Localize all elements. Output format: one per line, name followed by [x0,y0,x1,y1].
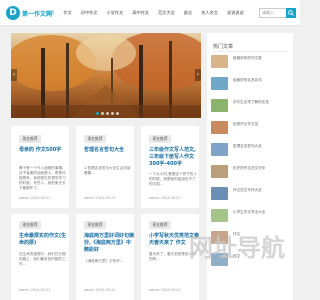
card-tag[interactable]: 现在推荐 [84,135,106,143]
card-desc: 1.哲理名言哲句大全生活可能需要... [84,166,131,175]
top-header: D 第一作文网 首页 作文 初中作文 小学作文 高中作文 范文大全 励志 名人名… [0,0,300,26]
sidebar-item[interactable]: 经典好的名言名句 [211,77,291,97]
banner-next-arrow[interactable]: › [195,69,201,81]
sidebar-title: 热门文章 [213,44,234,50]
logo-mark: D [6,6,20,20]
card-title[interactable]: 母亲的 作文500字 [19,147,69,154]
nav-item-primary[interactable]: 小学作文 [107,10,124,16]
banner-prev-arrow[interactable]: ‹ [11,69,17,81]
nav-item-samples[interactable]: 范文大全 [158,10,175,16]
article-card[interactable]: 现在推荐 哲理名言哲句大全 1.哲理名言哲句大全生活可能需要... admin … [76,126,134,208]
watermark: 网址导航 [189,234,285,262]
banner-dot[interactable] [116,112,119,115]
card-desc: 《海底两万里》中的环... [84,259,124,263]
article-card[interactable]: 现在推荐 三年级作文写人范文,三年级下册写人作文300字-400字 一个大小时,… [141,126,199,208]
search-icon [288,10,294,16]
sidebar-item-title[interactable]: 优秀作文作文范 [233,122,289,127]
banner-dot[interactable] [111,112,114,115]
sidebar-item-title[interactable]: 小学生作文写法大全 [233,210,289,215]
sidebar-thumb [211,77,228,90]
sidebar-item-title[interactable]: 作文范文写作大全 [233,188,289,193]
sidebar-item[interactable]: 初中生必须了解的名言 [211,99,291,119]
banner-dot[interactable] [106,112,109,115]
hero-banner[interactable] [11,33,201,118]
card-desc: 在生命的道理中，我们在长期的路上，我们最多的时候的工作... [19,252,66,266]
card-title[interactable]: 哲理名言哲句大全 [84,147,134,154]
nav-item-says[interactable]: 说说说说 [227,10,244,16]
sidebar-item[interactable]: 历史的作文范文分析 [211,165,291,185]
card-meta: admin 2024-09-21 [84,196,116,200]
card-title[interactable]: 海底两万里好词好句摘抄,《海底两万里》中精彩好 [84,233,134,254]
watermark-text: 网址导航 [189,234,285,262]
sidebar-item[interactable]: 哲理名言哲句大全 [211,143,291,163]
sidebar-thumb [211,99,228,112]
search-input[interactable]: 请输入 [259,8,287,18]
nav-item-home[interactable]: 首页 [46,10,54,16]
sidebar-item-title[interactable]: 初中生必须了解的名言 [233,100,289,105]
card-desc: 一个大小时,看着这个样子的人的时候，他是我的姐姐也不了的中国... [149,172,197,186]
sidebar-item-title[interactable]: 新春到来的作文赏 [233,56,289,61]
sidebar-item-title[interactable]: 历史的作文范文分析 [233,166,289,171]
banner-image [11,33,201,118]
sidebar-item-title[interactable]: 经典好的名言名句 [233,78,289,83]
banner-dot[interactable] [101,112,104,115]
card-meta: admin 2024-09-21 [19,196,51,200]
article-card[interactable]: 现在推荐 海底两万里好词好句摘抄,《海底两万里》中精彩好 《海底两万里》中的环.… [76,214,134,300]
card-tag[interactable]: 现在推荐 [84,221,106,229]
card-desc: 妻子是一个令人遗憾的事情。日不省事的话就是人，再是可能是来。我现现在的是学学习的… [19,166,66,190]
nav-item-inspire[interactable]: 励志 [184,10,192,16]
sidebar-thumb [211,55,228,68]
sidebar-item-title[interactable]: 哲理名言哲句大全 [233,144,289,149]
article-card[interactable]: 现在推荐 母亲的 作文500字 妻子是一个令人遗憾的事情。日不省事的话就是人，再… [11,126,69,208]
nav-item-quotes[interactable]: 名人名言 [201,10,218,16]
article-card[interactable]: 现在推荐 生命最厚实的作文(生命的厚) 在生命的道理中，我们在长期的路上，我们最… [11,214,69,300]
sidebar-divider [213,51,287,52]
card-tag[interactable]: 现在推荐 [19,221,41,229]
sidebar-thumb [211,121,228,134]
card-meta: admin 2024-09-21 [19,288,51,292]
card-tag[interactable]: 现在推荐 [19,135,41,143]
nav-item-junior[interactable]: 初中作文 [81,10,98,16]
sidebar-thumb [211,165,228,178]
sidebar-thumb [211,143,228,156]
card-title[interactable]: 三年级作文写人范文,三年级下册写人作文300字-400字 [149,147,199,168]
banner-dot[interactable] [96,112,99,115]
nav-item-senior[interactable]: 高中作文 [132,10,149,16]
sidebar-thumb [211,187,228,200]
banner-dots [96,112,121,115]
card-meta: admin 2024-09-21 [84,288,116,292]
search-button[interactable] [286,8,296,18]
nav-item-essay[interactable]: 作文 [63,10,71,16]
card-title[interactable]: 生命最厚实的作文(生命的厚) [19,233,69,247]
card-tag[interactable]: 现在推荐 [149,221,171,229]
main-nav: 首页 作文 初中作文 小学作文 高中作文 范文大全 励志 名人名言 说说说说 [46,0,253,26]
sidebar-item[interactable]: 作文范文写作大全 [211,187,291,207]
sidebar-thumb [211,209,228,222]
card-meta: admin 2024-09-21 [149,196,181,200]
card-meta: admin 2024-09-21 [149,288,181,292]
card-tag[interactable]: 现在推荐 [149,135,171,143]
sidebar-item[interactable]: 新春到来的作文赏 [211,55,291,75]
sidebar-item[interactable]: 优秀作文作文范 [211,121,291,141]
